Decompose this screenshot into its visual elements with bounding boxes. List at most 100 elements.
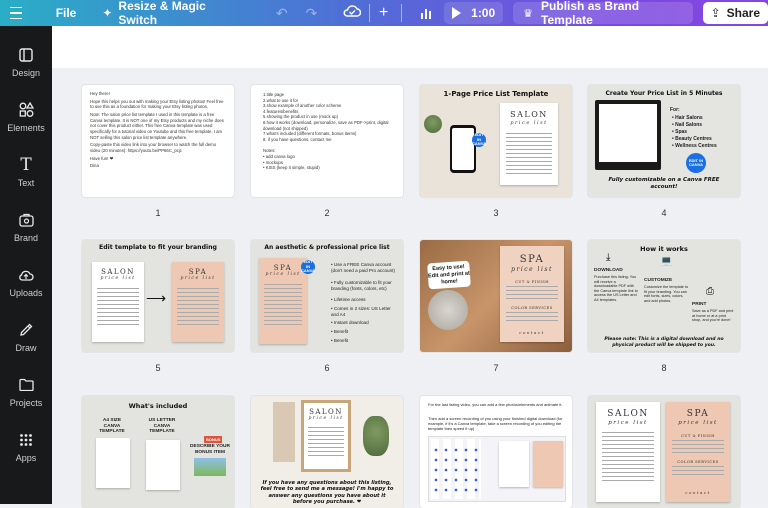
- sidebar-label: Brand: [13, 232, 39, 243]
- text-line: 6.how it works (download, personalize, s…: [263, 119, 389, 131]
- sidebar-item-design[interactable]: Design: [0, 34, 52, 89]
- sidebar-item-uploads[interactable]: Uploads: [0, 254, 52, 309]
- redo-icon[interactable]: ↷: [306, 5, 318, 22]
- edit-in-canva-badge: EDIT IN CANVA: [686, 153, 706, 173]
- page-number: 8: [661, 363, 667, 373]
- page-heading: How it works: [640, 245, 688, 253]
- use-case: • Wellness Centres: [672, 143, 717, 149]
- benefit: • Comes in 2 sizes: US Letter and A4: [331, 306, 391, 317]
- design-icon: [17, 46, 35, 64]
- benefit: • Benefit: [331, 329, 349, 334]
- sidebar-item-text[interactable]: T Text: [0, 144, 52, 199]
- section-title: CUT & FINISH: [681, 434, 715, 438]
- price-lines: [505, 133, 553, 177]
- sidebar-item-brand[interactable]: Brand: [0, 199, 52, 254]
- benefit: • Use a FREE Canva account (don't need a…: [331, 262, 395, 273]
- plus-icon: +: [378, 4, 389, 21]
- price-list-sheet: SALON price list: [500, 103, 558, 185]
- page-thumbnail-1[interactable]: Hey there! Hope this helps you out with …: [82, 85, 234, 197]
- text-line: • KISS (keep it simple, stupid): [263, 165, 320, 171]
- magic-wand-icon: ✦: [102, 6, 113, 20]
- candle-image: [428, 290, 468, 330]
- publish-brand-template-button[interactable]: ♛ Publish as Brand Template: [513, 0, 693, 27]
- page-thumbnail-11[interactable]: For the last listing video, you can add …: [420, 396, 572, 508]
- edit-in-canva-badge: EDIT IN CANVA: [301, 259, 315, 274]
- spa-subtitle: price list: [180, 276, 216, 281]
- page-thumbnail-4[interactable]: Create Your Price List in 5 Minutes For:…: [588, 85, 740, 197]
- page-2-text: 1.title page 2.what to use it for 3.show…: [251, 85, 403, 178]
- section-title: CUT & FINISH: [515, 280, 549, 284]
- spa-title: SPA: [188, 268, 208, 276]
- cloud-save-icon[interactable]: [343, 4, 362, 23]
- salon-title: SALON: [510, 110, 548, 119]
- spa-subtitle: price list: [265, 272, 301, 277]
- undo-icon[interactable]: ↶: [276, 5, 288, 22]
- price-lines: [97, 288, 139, 328]
- present-button[interactable]: 1:00: [444, 2, 504, 24]
- laptop-mockup: [595, 100, 661, 170]
- page-thumbnail-3[interactable]: 1-Page Price List Template EDIT IN CANVA…: [420, 85, 572, 197]
- bonus-image: [194, 458, 226, 476]
- duration-label: 1:00: [471, 6, 496, 20]
- for-label: For:: [670, 107, 680, 113]
- page-thumbnail-9[interactable]: What's included A4 SIZE CANVA TEMPLATE U…: [82, 396, 234, 508]
- page-heading: 1-Page Price List Template: [443, 90, 549, 98]
- page-thumbnail-2[interactable]: 1.title page 2.what to use it for 3.show…: [251, 85, 403, 197]
- use-case: • Beauty Centres: [672, 136, 712, 142]
- page-number: 1: [155, 208, 161, 218]
- page-thumbnail-8[interactable]: How it works ⤓ DOWNLOAD Purchase this li…: [588, 240, 740, 352]
- sidebar-item-projects[interactable]: Projects: [0, 364, 52, 419]
- sidebar-label: Projects: [9, 397, 43, 408]
- text-line: Copy-paste this video link into your bro…: [90, 142, 217, 153]
- step-text: Customize the template to fit your brand…: [644, 285, 689, 303]
- benefit: • Benefit: [331, 338, 349, 343]
- price-lines: [263, 284, 303, 328]
- page-heading: An aesthetic & professional price list: [264, 244, 390, 251]
- price-list-sheet: SPA price list: [259, 258, 307, 344]
- plant-image: [363, 416, 389, 456]
- printer-icon: ⎙: [706, 286, 714, 297]
- price-list-sheet: SALON price list: [92, 262, 144, 342]
- bonus-tag: BONUS: [204, 436, 223, 443]
- page-thumbnail-7[interactable]: Easy to use! Edit and print at home! SPA…: [420, 240, 572, 352]
- salon-subtitle: price list: [510, 120, 548, 126]
- price-lines: [672, 440, 724, 456]
- file-menu[interactable]: File: [56, 6, 77, 20]
- apps-icon: [17, 431, 35, 449]
- spa-title: SPA: [686, 409, 710, 419]
- step-text: Purchase this listing. You will receive …: [594, 275, 638, 302]
- template-grid-preview: [431, 439, 481, 499]
- crown-icon: ♛: [523, 7, 534, 20]
- page-thumbnail-12[interactable]: SALON price list SPA price list CUT & FI…: [588, 396, 740, 508]
- sidebar-item-draw[interactable]: Draw: [0, 309, 52, 364]
- screen-recording-preview: [428, 436, 566, 502]
- page-thumbnail-10[interactable]: SALON price list If you have any questio…: [251, 396, 403, 508]
- text-icon: T: [20, 154, 32, 175]
- uploads-icon: [17, 266, 35, 284]
- side-panel: Design Elements T Text Brand Uploads Dra…: [0, 34, 52, 504]
- sidebar-label: Draw: [15, 342, 37, 353]
- salon-title: SALON: [101, 268, 135, 276]
- sidebar-label: Text: [17, 177, 35, 188]
- resize-magic-switch-button[interactable]: ✦ Resize & Magic Switch: [102, 0, 238, 27]
- sidebar-label: Elements: [7, 122, 45, 133]
- price-list-sheet: [533, 441, 563, 487]
- price-lines: [506, 286, 558, 302]
- page-thumbnail-5[interactable]: Edit template to fit your branding SALON…: [82, 240, 234, 352]
- page-thumbnail-6[interactable]: An aesthetic & professional price list S…: [251, 240, 403, 352]
- add-button[interactable]: +: [374, 3, 393, 23]
- insights-button[interactable]: [414, 2, 438, 24]
- menu-button[interactable]: [0, 0, 32, 26]
- share-button[interactable]: ⇪ Share: [702, 2, 768, 24]
- text-line: Note: The salon price list template I us…: [90, 112, 224, 140]
- price-lines: [602, 432, 654, 484]
- page-footer: Fully customizable on a Canva FREE accou…: [608, 177, 720, 190]
- elements-icon: [17, 101, 35, 119]
- hamburger-icon: [9, 5, 22, 22]
- price-lines: [177, 288, 219, 328]
- step-title: PRINT: [692, 302, 707, 307]
- plant-image: [424, 115, 442, 133]
- sidebar-item-apps[interactable]: Apps: [0, 419, 52, 474]
- sidebar-item-elements[interactable]: Elements: [0, 89, 52, 144]
- page-number: 2: [324, 208, 330, 218]
